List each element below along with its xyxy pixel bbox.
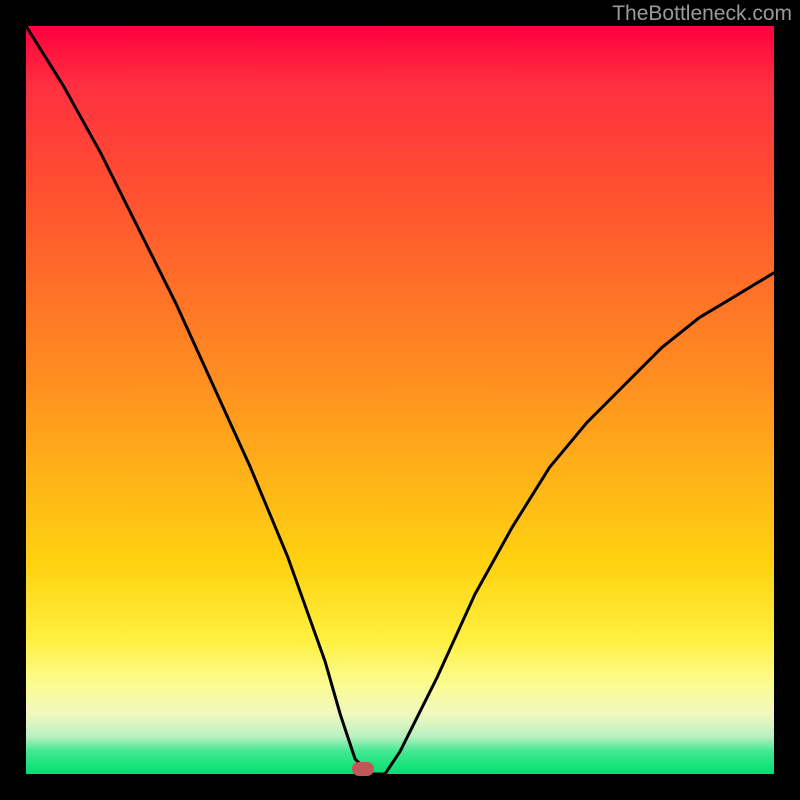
bottleneck-curve <box>26 26 774 774</box>
chart-frame: TheBottleneck.com <box>0 0 800 800</box>
optimum-marker <box>352 762 374 776</box>
plot-area <box>26 26 774 774</box>
curve-svg <box>26 26 774 774</box>
watermark-text: TheBottleneck.com <box>612 2 792 26</box>
